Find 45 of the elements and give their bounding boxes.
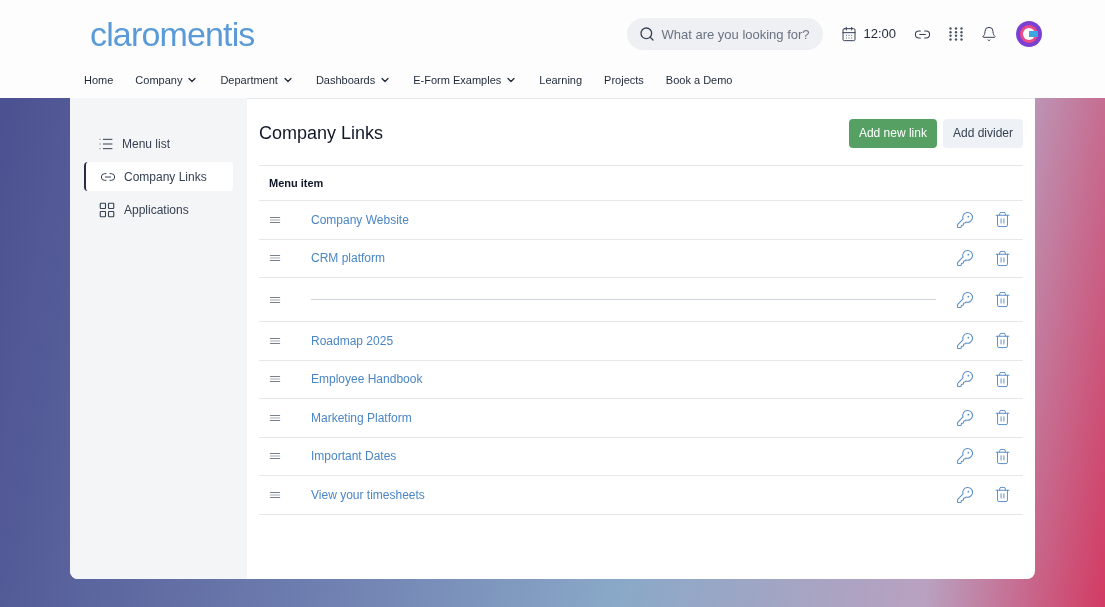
menu-link[interactable]: Employee Handbook xyxy=(311,370,423,389)
apps-grid-icon[interactable] xyxy=(949,27,963,41)
menu-link[interactable]: Company Website xyxy=(311,210,409,229)
key-icon[interactable] xyxy=(956,290,974,309)
menu-link[interactable]: CRM platform xyxy=(311,249,385,268)
grid-icon xyxy=(98,200,116,219)
nav-item[interactable]: Learning xyxy=(539,71,583,89)
sidebar-item[interactable]: Company Links xyxy=(84,162,233,191)
search-icon xyxy=(639,26,656,42)
column-header: Menu item xyxy=(269,175,324,191)
menu-link[interactable]: View your timesheets xyxy=(311,485,425,504)
sidebar-item[interactable]: Applications xyxy=(84,195,233,224)
page-title: Company Links xyxy=(259,121,384,145)
key-icon[interactable] xyxy=(956,370,974,389)
key-icon[interactable] xyxy=(956,485,974,504)
key-icon[interactable] xyxy=(956,331,974,350)
nav-item[interactable]: Department xyxy=(220,71,294,89)
calendar-icon[interactable] xyxy=(841,26,858,42)
menu-link[interactable]: Marketing Platform xyxy=(311,408,412,427)
menu-link[interactable]: Roadmap 2025 xyxy=(311,331,394,350)
trash-icon[interactable] xyxy=(994,211,1011,229)
nav-item[interactable]: Home xyxy=(84,71,114,89)
trash-icon[interactable] xyxy=(994,291,1011,308)
nav-item[interactable]: Book a Demo xyxy=(665,71,733,89)
sidebar-item[interactable]: Menu list xyxy=(84,129,233,158)
nav-item[interactable]: Dashboards xyxy=(315,71,392,89)
notifications-icon[interactable] xyxy=(981,26,997,42)
key-icon[interactable] xyxy=(956,408,974,427)
trash-icon[interactable] xyxy=(994,370,1011,388)
trash-icon[interactable] xyxy=(994,409,1011,427)
nav-item[interactable]: E-Form Examples xyxy=(413,71,518,89)
search-field[interactable]: What are you looking for? xyxy=(627,18,824,50)
nav-item[interactable]: Company xyxy=(135,71,199,89)
key-icon[interactable] xyxy=(956,249,974,268)
avatar[interactable] xyxy=(1015,20,1043,48)
key-icon[interactable] xyxy=(956,447,974,466)
time-label: 12:00 xyxy=(863,25,896,44)
key-icon[interactable] xyxy=(956,210,974,229)
nav-item[interactable]: Projects xyxy=(604,71,644,89)
trash-icon[interactable] xyxy=(994,486,1011,504)
menu-link[interactable]: Important Dates xyxy=(311,447,397,466)
trash-icon[interactable] xyxy=(994,249,1011,267)
trash-icon[interactable] xyxy=(994,332,1011,350)
trash-icon[interactable] xyxy=(994,447,1011,465)
add-divider-button[interactable]: Add divider xyxy=(942,118,1023,148)
